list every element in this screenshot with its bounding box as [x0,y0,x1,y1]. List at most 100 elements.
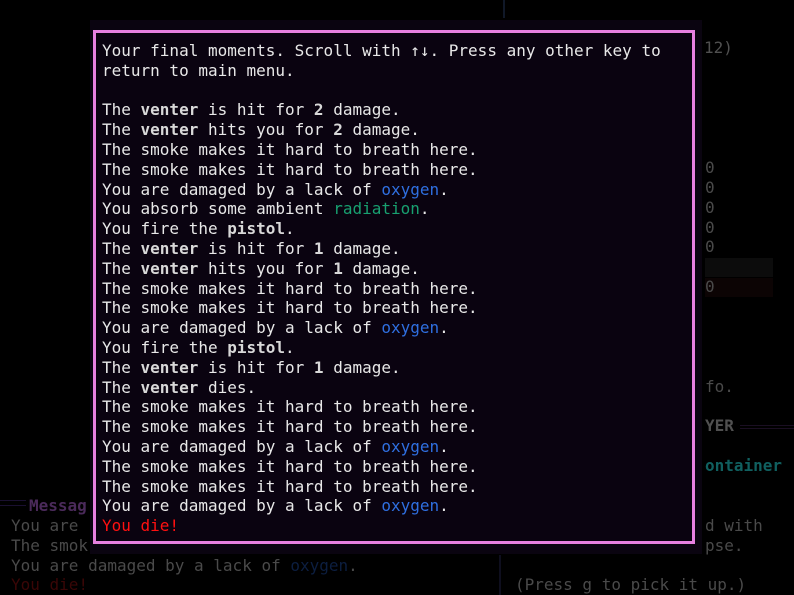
log-text: The [102,120,141,140]
log-text: You fire the [102,219,228,239]
item-desc-line1: d with [705,516,763,535]
log-text: . [419,199,430,219]
stat-bar-red [705,278,773,297]
map-divider [503,0,505,18]
log-line: The venter is hit for 1 damage. [102,239,692,259]
log-text: is hit for [198,238,314,258]
log-text: is hit for [198,100,314,120]
log-text: . [439,436,449,456]
log-text: The smoke makes it hard to breath here. [102,456,478,476]
entity-name: 2 [313,100,324,120]
dialog-header-line2: return to main menu. [102,60,295,80]
log-text: The smoke makes it hard to breath here. [102,159,478,179]
log-line: You fire the pistol. [102,219,692,239]
pickup-hint: (Press g to pick it up.) [515,575,747,594]
log-line: The venter is hit for 1 damage. [102,358,692,378]
log-text: is hit for [198,357,314,377]
log-line: You absorb some ambient radiation. [102,199,692,219]
log-text: You are damaged by a lack of [102,318,382,338]
messages-separator [0,500,26,501]
entity-name: 1 [333,258,343,278]
log-text: You fire the [102,337,228,357]
log-line: The smoke makes it hard to breath here. [102,457,692,477]
log-text: hits you for [198,120,334,140]
log-text: damage. [342,120,420,140]
oxygen-keyword: oxygen [381,436,440,456]
messages-title: Messag [29,496,87,515]
message-line: The smok [11,536,89,555]
entity-name: venter [140,100,199,120]
log-text: damage. [323,357,401,377]
message-line: You are [11,516,79,535]
log-text: . [439,318,449,338]
player-separator [740,425,794,426]
log-text: damage. [323,100,401,120]
oxygen-keyword: oxygen [381,496,440,516]
log-line: You are damaged by a lack of oxygen. [102,180,692,200]
log-line: The venter is hit for 2 damage. [102,100,692,120]
log-text: You absorb some ambient [102,199,334,219]
info-text: fo. [705,377,734,396]
log-text: The [102,100,141,120]
entity-name: venter [140,377,199,397]
log-text: You are damaged by a lack of [102,179,382,199]
log-text: . [439,179,449,199]
log-text: The smoke makes it hard to breath here. [102,397,478,417]
log-line: You die! [102,516,692,536]
entity-name: 1 [313,238,324,258]
log-text: The [102,258,141,278]
container-label: ontainer [705,456,783,475]
log-text: dies. [198,377,257,397]
log-line: The venter dies. [102,378,692,398]
messages-separator [0,505,26,506]
oxygen-keyword: oxygen [381,179,440,199]
message-line: You are damaged by a lack of oxygen. [11,556,358,576]
entity-name: pistol [227,337,286,357]
log-text: The [102,357,141,377]
log-line: The smoke makes it hard to breath here. [102,140,692,160]
log-text: The smoke makes it hard to breath here. [102,476,478,496]
entity-name: pistol [227,219,286,239]
dialog-spacer [102,81,692,101]
death-message: You die! [102,516,180,536]
dialog-header-line1: Your final moments. Scroll with ↑↓. Pres… [102,41,661,60]
stat-value: 0 [705,178,715,197]
log-line: You are damaged by a lack of oxygen. [102,318,692,338]
stat-value: 0 [705,198,715,217]
stat-value: 0 [705,237,715,256]
log-line: The venter hits you for 2 damage. [102,120,692,140]
log-text: . [439,496,449,516]
entity-name: 1 [313,357,324,377]
panel-divider [499,555,501,595]
entity-name: venter [140,120,199,140]
log-text: The [102,377,141,397]
log-text: The smoke makes it hard to breath here. [102,139,478,159]
log-line: The smoke makes it hard to breath here. [102,160,692,180]
log-line: The venter hits you for 1 damage. [102,259,692,279]
log-text: The smoke makes it hard to breath here. [102,298,478,318]
stat-value: 0 [705,277,715,296]
final-moments-dialog[interactable]: Your final moments. Scroll with ↑↓. Pres… [93,30,695,544]
log-line: The smoke makes it hard to breath here. [102,298,692,318]
right-panel-header: 12) [704,38,733,57]
message-log[interactable]: The venter is hit for 2 damage. The vente… [102,100,692,536]
stat-value: 0 [705,158,715,177]
entity-name: venter [140,258,199,278]
message-line-death: You die! [11,575,89,594]
radiation-keyword: radiation [333,199,420,219]
log-line: The smoke makes it hard to breath here. [102,477,692,497]
message-text: You are damaged by a lack of [11,556,291,575]
log-text: damage. [342,258,420,278]
item-desc-line2: pse. [705,536,744,555]
entity-name: venter [140,238,199,258]
oxygen-keyword: oxygen [381,318,440,338]
stat-value: 0 [705,218,715,237]
player-separator [740,428,794,429]
stat-bar-empty [705,258,773,277]
log-line: You fire the pistol. [102,338,692,358]
log-text: . [285,337,295,357]
log-text: . [285,219,295,239]
log-text: You are damaged by a lack of [102,496,382,516]
entity-name: venter [140,357,199,377]
log-line: You are damaged by a lack of oxygen. [102,437,692,457]
